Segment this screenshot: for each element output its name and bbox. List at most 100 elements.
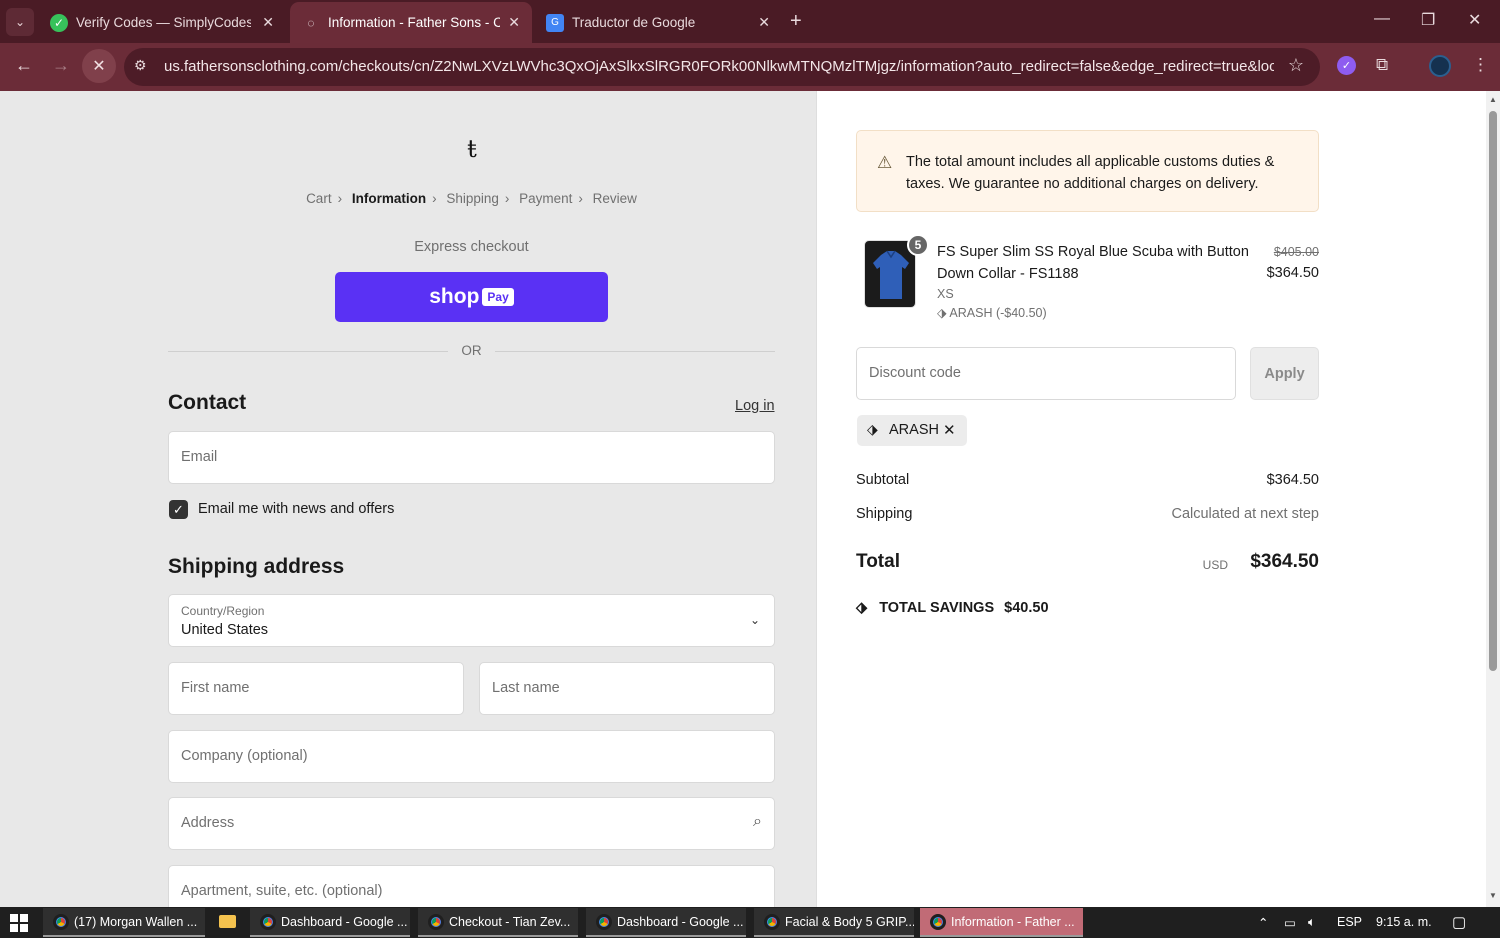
contact-heading: Contact bbox=[168, 391, 247, 414]
tag-icon: ⬗ bbox=[867, 421, 878, 437]
tag-icon: ⬗ bbox=[937, 306, 950, 320]
breadcrumb-shipping: Shipping bbox=[446, 191, 499, 206]
company-field[interactable]: Company (optional) bbox=[168, 730, 775, 783]
checkout-main: ŧ Cart › Information › Shipping › Payment › … bbox=[0, 91, 816, 907]
tab-title: Information - Father Sons - Che bbox=[328, 15, 500, 30]
product-name: FS Super Slim SS Royal Blue Scuba with B… bbox=[937, 244, 1249, 282]
chrome-icon bbox=[930, 913, 946, 930]
menu-icon[interactable]: ⋮ bbox=[1472, 55, 1489, 75]
chrome-icon bbox=[596, 913, 612, 930]
apply-button[interactable]: Apply bbox=[1250, 347, 1319, 400]
taskbar-item-label: (17) Morgan Wallen ... bbox=[74, 914, 198, 929]
simplycodes-icon: ✓ bbox=[50, 13, 68, 32]
shipping-row: Shipping Calculated at next step bbox=[856, 506, 1319, 522]
tray-chevron-icon[interactable]: ⌃ bbox=[1258, 915, 1268, 930]
company-placeholder: Company (optional) bbox=[181, 748, 308, 764]
total-savings: ⬗ TOTAL SAVINGS $40.50 bbox=[856, 600, 1049, 616]
tab-simplycodes[interactable]: ✓ Verify Codes — SimplyCodes ✕ bbox=[38, 2, 286, 43]
taskbar-item-label: Checkout - Tian Zev... bbox=[449, 914, 571, 929]
network-icon[interactable]: ▭ bbox=[1284, 915, 1296, 930]
volume-icon[interactable]: 🔈︎ bbox=[1308, 915, 1316, 930]
email-field[interactable]: Email bbox=[168, 431, 775, 484]
newsletter-checkbox[interactable]: ✓ bbox=[169, 500, 188, 519]
taskbar-item[interactable]: Dashboard - Google ... bbox=[586, 908, 746, 937]
bookmark-star-icon[interactable]: ☆ bbox=[1288, 55, 1304, 76]
close-window-icon[interactable]: ✕ bbox=[1468, 10, 1481, 30]
product-discount-text: ARASH (-$40.50) bbox=[949, 306, 1047, 320]
total-row: Total USD $364.50 bbox=[856, 551, 1319, 573]
profile-avatar[interactable] bbox=[1429, 55, 1451, 77]
address-bar[interactable]: ⚙ us.fathersonsclothing.com/checkouts/cn… bbox=[124, 48, 1320, 86]
applied-discount-chip: ⬗ ARASH ✕ bbox=[857, 415, 967, 446]
shipping-value: Calculated at next step bbox=[1171, 506, 1319, 522]
taskbar-item[interactable]: (17) Morgan Wallen ... bbox=[43, 908, 205, 937]
taskbar-item[interactable]: Checkout - Tian Zev... bbox=[418, 908, 578, 937]
windows-start-icon[interactable] bbox=[10, 914, 28, 932]
shop-pay-button[interactable]: shop Pay bbox=[335, 272, 608, 322]
breadcrumb-cart[interactable]: Cart bbox=[306, 191, 332, 206]
tab-search-button[interactable]: ⌄ bbox=[6, 8, 34, 36]
notifications-icon[interactable]: ▢ bbox=[1452, 913, 1466, 931]
close-tab-icon[interactable]: ✕ bbox=[508, 14, 520, 31]
scroll-down-icon[interactable]: ▼ bbox=[1489, 891, 1497, 900]
loading-icon: ◌ bbox=[307, 15, 315, 30]
country-label: Country/Region bbox=[181, 604, 265, 618]
page-scrollbar[interactable]: ▲ ▼ bbox=[1486, 91, 1500, 907]
customs-notice: ⚠ The total amount includes all applicab… bbox=[856, 130, 1319, 212]
file-explorer-icon[interactable] bbox=[219, 915, 236, 928]
subtotal-label: Subtotal bbox=[856, 472, 910, 488]
chrome-icon bbox=[764, 913, 780, 930]
close-tab-icon[interactable]: ✕ bbox=[758, 14, 770, 31]
tag-icon: ⬗ bbox=[856, 600, 868, 616]
taskbar-item-label: Dashboard - Google ... bbox=[617, 914, 744, 929]
discount-code-field[interactable]: Discount code bbox=[856, 347, 1236, 400]
back-icon[interactable]: ← bbox=[12, 55, 36, 76]
minimize-icon[interactable]: — bbox=[1374, 10, 1390, 28]
chrome-icon bbox=[428, 913, 444, 930]
total-label: Total bbox=[856, 551, 900, 572]
scrollbar-thumb[interactable] bbox=[1489, 111, 1497, 671]
store-logo[interactable]: ŧ bbox=[462, 135, 482, 163]
address-placeholder: Address bbox=[181, 815, 235, 831]
discount-placeholder: Discount code bbox=[869, 365, 961, 381]
country-select[interactable]: Country/Region United States ⌄ bbox=[168, 594, 775, 647]
taskbar-item-active[interactable]: Information - Father ... bbox=[920, 908, 1083, 937]
newsletter-label[interactable]: Email me with news and offers bbox=[198, 501, 394, 517]
pay-badge: Pay bbox=[482, 288, 514, 306]
stop-loading-icon[interactable]: ✕ bbox=[82, 49, 116, 83]
url-text[interactable]: us.fathersonsclothing.com/checkouts/cn/Z… bbox=[164, 58, 1274, 75]
taskbar-item-label: Facial & Body 5 GRIP... bbox=[785, 914, 914, 929]
savings-label: TOTAL SAVINGS bbox=[879, 600, 995, 616]
extensions-puzzle-icon[interactable]: ⧉ bbox=[1376, 55, 1388, 75]
shipping-heading: Shipping address bbox=[168, 555, 345, 578]
last-name-field[interactable]: Last name bbox=[479, 662, 775, 715]
extension-icon[interactable]: ✓ bbox=[1337, 56, 1356, 75]
last-name-placeholder: Last name bbox=[492, 680, 560, 696]
chrome-icon bbox=[260, 913, 276, 930]
scroll-up-icon[interactable]: ▲ bbox=[1489, 95, 1497, 104]
close-tab-icon[interactable]: ✕ bbox=[262, 14, 274, 31]
express-checkout-label: Express checkout bbox=[414, 239, 529, 255]
tab-google-translate[interactable]: G Traductor de Google ✕ bbox=[534, 2, 782, 43]
email-placeholder: Email bbox=[181, 449, 218, 465]
new-tab-icon[interactable]: + bbox=[790, 10, 802, 33]
breadcrumb-payment: Payment bbox=[519, 191, 573, 206]
product-discount: ⬗ ARASH (-$40.50) bbox=[937, 305, 1047, 320]
apartment-field[interactable]: Apartment, suite, etc. (optional) bbox=[168, 865, 775, 907]
taskbar-item[interactable]: Facial & Body 5 GRIP... bbox=[754, 908, 914, 937]
site-info-icon[interactable]: ⚙ bbox=[134, 57, 147, 74]
restore-icon[interactable]: ❐ bbox=[1421, 10, 1435, 30]
login-link[interactable]: Log in bbox=[735, 398, 775, 414]
order-summary: ⚠ The total amount includes all applicab… bbox=[816, 91, 1486, 907]
clock[interactable]: 9:15 a. m. bbox=[1376, 915, 1432, 929]
address-field[interactable]: Address ⌕ bbox=[168, 797, 775, 850]
language-indicator[interactable]: ESP bbox=[1337, 915, 1362, 929]
first-name-field[interactable]: First name bbox=[168, 662, 464, 715]
taskbar-item[interactable]: Dashboard - Google ... bbox=[250, 908, 410, 937]
tab-title: Verify Codes — SimplyCodes bbox=[76, 15, 251, 30]
shop-pay-logo: shop bbox=[429, 285, 480, 308]
remove-discount-icon[interactable]: ✕ bbox=[943, 421, 956, 439]
forward-icon[interactable]: → bbox=[49, 55, 73, 76]
country-value: United States bbox=[181, 622, 269, 638]
tab-information[interactable]: ◌ Information - Father Sons - Che ✕ bbox=[290, 2, 532, 43]
